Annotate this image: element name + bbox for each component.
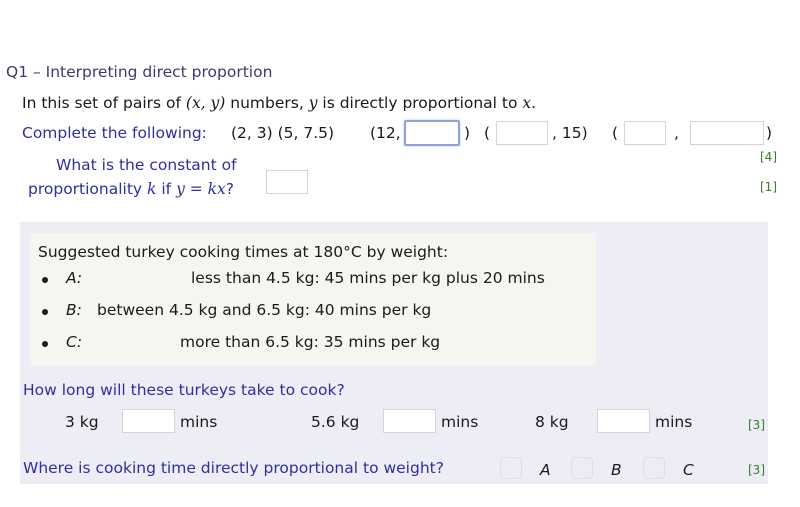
marks-options: [3]: [748, 463, 765, 477]
marks-constant: [1]: [760, 180, 777, 194]
time-8kg-input[interactable]: [597, 409, 650, 433]
constant-input[interactable]: [266, 170, 308, 194]
constant-line1: What is the constant of: [56, 156, 237, 174]
rule-b-condition: between 4.5 kg and 6.5 kg: 40 mins per k…: [97, 301, 432, 319]
pair5-x-input[interactable]: [624, 121, 666, 145]
intro-end: .: [531, 94, 537, 112]
intro-mid: numbers,: [225, 94, 309, 112]
marks-times: [3]: [748, 418, 765, 432]
rule-c-condition: more than 6.5 kg: 35 mins per kg: [180, 333, 441, 351]
how-long-question: How long will these turkeys take to cook…: [23, 381, 345, 399]
rule-a-label: A:: [66, 269, 83, 287]
time-3kg-input[interactable]: [122, 409, 175, 433]
option-a-checkbox[interactable]: [500, 457, 522, 479]
pair4-open: (: [484, 124, 491, 142]
option-c-checkbox[interactable]: [643, 457, 665, 479]
unit-8kg: mins: [655, 413, 693, 431]
pair5-y-input[interactable]: [690, 121, 764, 145]
weight-5-6kg-label: 5.6 kg: [311, 413, 360, 431]
option-c-label: C: [683, 461, 694, 479]
constant-qmark: ?: [225, 180, 235, 198]
constant-prefix: proportionality: [28, 180, 148, 198]
time-5-6kg-input[interactable]: [383, 409, 436, 433]
constant-line2: proportionality k if y = kx?: [28, 180, 234, 198]
constant-equation: y = kx: [176, 180, 226, 198]
pair5-close: ): [766, 124, 773, 142]
bullet-c: [42, 341, 48, 347]
weight-8kg-label: 8 kg: [535, 413, 569, 431]
intro-x: x: [522, 94, 532, 112]
pair5-comma: ,: [674, 124, 679, 142]
option-b-checkbox[interactable]: [571, 457, 593, 479]
pair3-close: ): [464, 124, 471, 142]
marks-pairs: [4]: [760, 150, 777, 164]
constant-if: if: [156, 180, 177, 198]
bullet-a: [42, 277, 48, 283]
complete-label: Complete the following:: [22, 124, 207, 142]
pair4-close: , 15): [552, 124, 588, 142]
unit-5-6kg: mins: [441, 413, 479, 431]
option-b-label: B: [611, 461, 622, 479]
intro-pair: (x, y): [185, 94, 226, 112]
unit-3kg: mins: [180, 413, 218, 431]
option-a-label: A: [540, 461, 551, 479]
rule-b-label: B:: [66, 301, 82, 319]
rule-a-condition: less than 4.5 kg: 45 mins per kg plus 20…: [191, 269, 545, 287]
pair5-open: (: [612, 124, 619, 142]
weight-3kg-label: 3 kg: [65, 413, 99, 431]
rule-c-label: C:: [66, 333, 83, 351]
intro-prefix: In this set of pairs of: [22, 94, 186, 112]
bullet-b: [42, 309, 48, 315]
proportional-question: Where is cooking time directly proportio…: [23, 459, 444, 477]
pair3-y-input[interactable]: [404, 120, 460, 146]
intro-text: In this set of pairs of (x, y) numbers, …: [22, 94, 536, 112]
given-pairs: (2, 3) (5, 7.5): [231, 124, 335, 142]
question-title: Q1 – Interpreting direct proportion: [6, 63, 273, 81]
pair4-x-input[interactable]: [496, 121, 548, 145]
intro-suffix: is directly proportional to: [317, 94, 523, 112]
cooking-times-heading: Suggested turkey cooking times at 180°C …: [38, 243, 449, 261]
pair3-open: (12,: [370, 124, 401, 142]
